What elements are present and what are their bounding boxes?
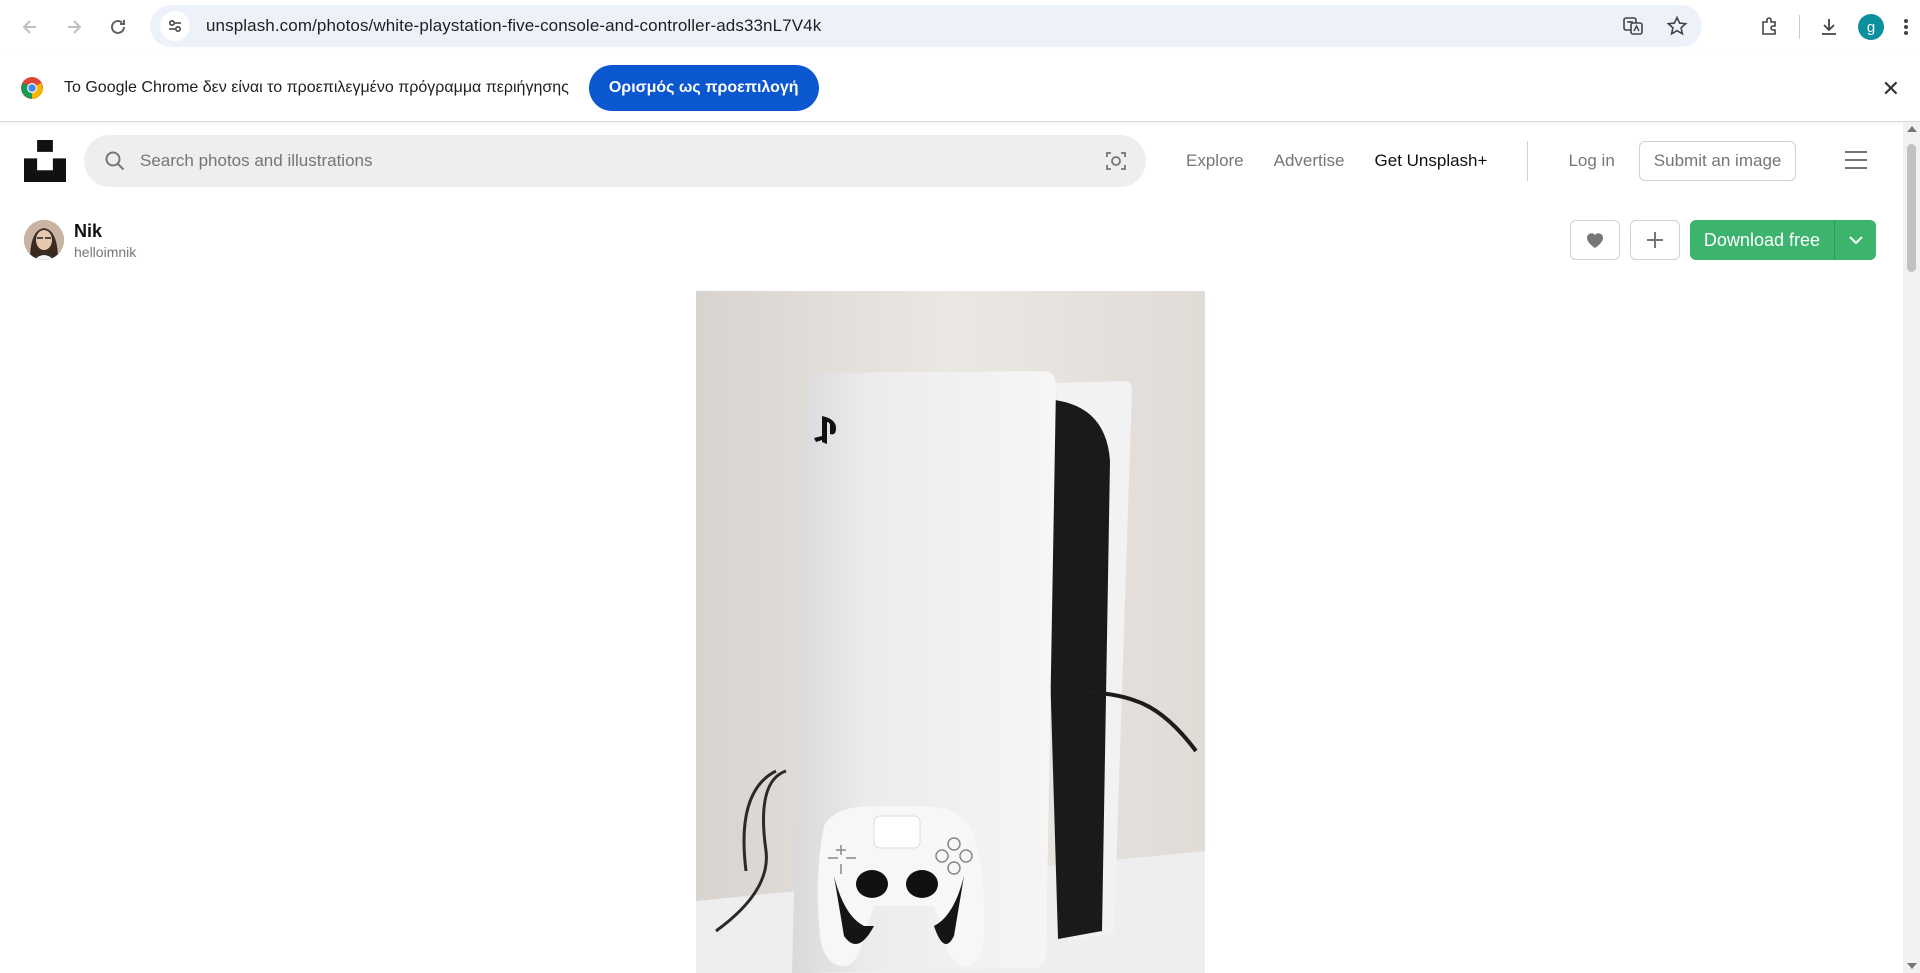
add-to-collection-button[interactable] — [1629, 220, 1680, 260]
address-bar[interactable]: unsplash.com/photos/white-playstation-fi… — [150, 5, 1702, 47]
download-options-button[interactable] — [1834, 220, 1876, 260]
arrow-right-icon — [68, 20, 82, 34]
more-vert-icon[interactable] — [1902, 17, 1910, 37]
search-input[interactable] — [140, 151, 1040, 171]
chrome-logo-icon — [21, 76, 43, 99]
translate-icon[interactable] — [1622, 15, 1644, 37]
browser-toolbar: unsplash.com/photos/white-playstation-fi… — [0, 0, 1920, 54]
back-button[interactable] — [12, 9, 48, 45]
search-bar[interactable] — [84, 135, 1146, 187]
like-button[interactable] — [1569, 220, 1620, 260]
unsplash-logo-icon — [24, 140, 66, 182]
login-link[interactable]: Log in — [1568, 151, 1614, 171]
author-portrait-icon — [24, 220, 64, 260]
site-info-button[interactable] — [160, 11, 190, 41]
scroll-down-arrow-icon[interactable] — [1907, 963, 1917, 969]
heart-icon — [1586, 233, 1603, 248]
author-name[interactable]: Nik — [74, 221, 136, 242]
arrow-left-icon — [22, 20, 36, 34]
tune-icon — [168, 19, 182, 33]
download-free-button[interactable]: Download free — [1690, 220, 1834, 260]
chevron-down-icon — [1848, 236, 1863, 245]
profile-avatar[interactable]: g — [1858, 14, 1884, 40]
forward-button[interactable] — [56, 9, 92, 45]
page-scrollbar[interactable] — [1903, 122, 1920, 973]
infobar-message: Το Google Chrome δεν είναι το προεπιλεγμ… — [64, 78, 569, 96]
bookmark-star-icon[interactable] — [1666, 15, 1688, 37]
download-icon[interactable] — [1818, 16, 1840, 38]
nav-advertise-link[interactable]: Advertise — [1274, 151, 1345, 171]
header-divider — [1527, 141, 1529, 181]
reload-icon — [111, 19, 125, 34]
default-browser-infobar: Το Google Chrome δεν είναι το προεπιλεγμ… — [0, 54, 1920, 122]
scroll-up-arrow-icon[interactable] — [1907, 126, 1917, 132]
main-photo[interactable] — [696, 291, 1205, 973]
submit-image-button[interactable]: Submit an image — [1638, 141, 1797, 181]
ps5-console-image — [696, 291, 1205, 973]
hamburger-menu-icon[interactable] — [1844, 149, 1868, 171]
download-button-group: Download free — [1689, 220, 1876, 260]
url-text[interactable]: unsplash.com/photos/white-playstation-fi… — [206, 16, 821, 36]
nav-explore-link[interactable]: Explore — [1186, 151, 1244, 171]
nav-get-plus-link[interactable]: Get Unsplash+ — [1375, 151, 1488, 171]
visual-search-icon[interactable] — [1104, 149, 1128, 173]
plus-icon — [1646, 232, 1663, 248]
set-default-button[interactable]: Ορισμός ως προεπιλογή — [588, 64, 819, 111]
scroll-thumb[interactable] — [1907, 144, 1916, 272]
close-icon[interactable]: ✕ — [1882, 76, 1900, 102]
avatar[interactable] — [24, 220, 64, 260]
site-header: Explore Advertise Get Unsplash+ Log in S… — [0, 122, 1920, 200]
toolbar-divider — [1799, 15, 1800, 39]
reload-button[interactable] — [100, 9, 136, 45]
author-handle[interactable]: helloimnik — [74, 244, 136, 260]
photo-header: Nik helloimnik Download free — [0, 200, 1920, 280]
extensions-icon[interactable] — [1759, 16, 1781, 38]
search-icon[interactable] — [104, 150, 126, 172]
header-nav: Explore Advertise Get Unsplash+ Log in S… — [1186, 122, 1797, 200]
unsplash-logo[interactable] — [24, 140, 66, 182]
